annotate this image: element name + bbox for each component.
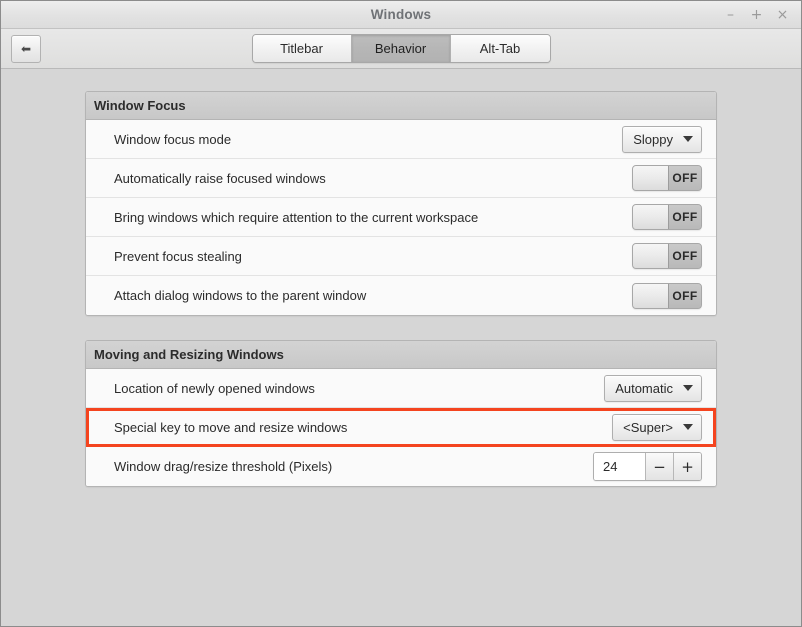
- dropdown-window-focus-mode[interactable]: Sloppy: [622, 125, 702, 153]
- row-location-new-windows[interactable]: Location of newly opened windows Automat…: [86, 369, 716, 408]
- label-auto-raise-focused-windows: Automatically raise focused windows: [114, 170, 326, 186]
- row-special-key-move-resize[interactable]: Special key to move and resize windows <…: [86, 408, 716, 447]
- label-attach-dialog-windows: Attach dialog windows to the parent wind…: [114, 288, 367, 303]
- control-prevent-focus-stealing: OFF: [632, 243, 702, 269]
- window-title: Windows: [370, 7, 432, 22]
- control-drag-resize-threshold: 24 − +: [593, 452, 702, 481]
- toggle-knob: [633, 205, 669, 229]
- chevron-down-icon: [683, 136, 693, 142]
- row-attach-dialog-windows[interactable]: Attach dialog windows to the parent wind…: [86, 276, 716, 315]
- group-header-window-focus: Window Focus: [86, 92, 716, 120]
- maximize-icon[interactable]: +: [750, 8, 763, 22]
- label-location-new-windows: Location of newly opened windows: [114, 380, 315, 396]
- dropdown-value: Automatic: [615, 380, 673, 396]
- toolbar: ⬅ Titlebar Behavior Alt-Tab: [1, 29, 801, 69]
- control-attach-dialog-windows: OFF: [632, 282, 702, 309]
- toggle-state-label: OFF: [669, 205, 701, 229]
- spinner-drag-resize-threshold[interactable]: 24 − +: [593, 452, 702, 481]
- toggle-knob: [633, 166, 669, 190]
- row-prevent-focus-stealing[interactable]: Prevent focus stealing OFF: [86, 237, 716, 276]
- group-moving-resizing-windows: Moving and Resizing Windows Location of …: [85, 340, 717, 487]
- dropdown-value: <Super>: [623, 419, 673, 435]
- tab-group: Titlebar Behavior Alt-Tab: [251, 34, 551, 63]
- tab-behavior[interactable]: Behavior: [351, 35, 451, 62]
- dropdown-special-key-move-resize[interactable]: <Super>: [612, 413, 702, 441]
- row-drag-resize-threshold[interactable]: Window drag/resize threshold (Pixels) 24…: [86, 447, 716, 486]
- tab-titlebar[interactable]: Titlebar: [252, 35, 352, 62]
- title-bar: Windows – + ×: [1, 1, 801, 29]
- close-icon[interactable]: ×: [776, 8, 789, 22]
- windows-settings-window: Windows – + × ⬅ Titlebar Behavior Alt-Ta…: [0, 0, 802, 627]
- group-header-moving-resizing-windows: Moving and Resizing Windows: [86, 341, 716, 369]
- spinner-value-input[interactable]: 24: [594, 453, 646, 480]
- control-special-key-move-resize: <Super>: [612, 413, 702, 441]
- toggle-knob: [633, 283, 669, 308]
- control-window-focus-mode: Sloppy: [622, 125, 702, 153]
- tab-alt-tab[interactable]: Alt-Tab: [450, 35, 550, 62]
- minimize-icon[interactable]: –: [724, 8, 737, 22]
- minus-icon[interactable]: −: [646, 453, 674, 480]
- toggle-attach-dialog-windows[interactable]: OFF: [632, 282, 702, 309]
- label-bring-windows-attention: Bring windows which require attention to…: [114, 209, 479, 225]
- toggle-bring-windows-attention[interactable]: OFF: [632, 204, 702, 230]
- control-location-new-windows: Automatic: [604, 374, 702, 402]
- row-auto-raise-focused-windows[interactable]: Automatically raise focused windows OFF: [86, 159, 716, 198]
- toggle-state-label: OFF: [669, 283, 701, 308]
- arrow-left-icon: ⬅: [20, 41, 32, 56]
- control-bring-windows-attention: OFF: [632, 204, 702, 230]
- toggle-state-label: OFF: [669, 244, 701, 268]
- label-prevent-focus-stealing: Prevent focus stealing: [114, 248, 242, 264]
- row-bring-windows-attention[interactable]: Bring windows which require attention to…: [86, 198, 716, 237]
- settings-content: Window Focus Window focus mode Sloppy Au…: [1, 69, 801, 626]
- tab-bar: Titlebar Behavior Alt-Tab: [1, 34, 801, 63]
- back-button[interactable]: ⬅: [11, 34, 41, 63]
- chevron-down-icon: [683, 424, 693, 430]
- label-window-focus-mode: Window focus mode: [114, 131, 232, 147]
- group-window-focus: Window Focus Window focus mode Sloppy Au…: [85, 91, 717, 316]
- dropdown-value: Sloppy: [633, 131, 673, 147]
- toggle-knob: [633, 244, 669, 268]
- chevron-down-icon: [683, 385, 693, 391]
- label-special-key-move-resize: Special key to move and resize windows: [114, 419, 348, 435]
- plus-icon[interactable]: +: [674, 453, 701, 480]
- row-window-focus-mode[interactable]: Window focus mode Sloppy: [86, 120, 716, 159]
- toggle-state-label: OFF: [669, 166, 701, 190]
- dropdown-location-new-windows[interactable]: Automatic: [604, 374, 702, 402]
- control-auto-raise-focused-windows: OFF: [632, 165, 702, 191]
- label-drag-resize-threshold: Window drag/resize threshold (Pixels): [114, 459, 333, 474]
- toggle-auto-raise-focused-windows[interactable]: OFF: [632, 165, 702, 191]
- toggle-prevent-focus-stealing[interactable]: OFF: [632, 243, 702, 269]
- window-controls: – + ×: [724, 8, 801, 22]
